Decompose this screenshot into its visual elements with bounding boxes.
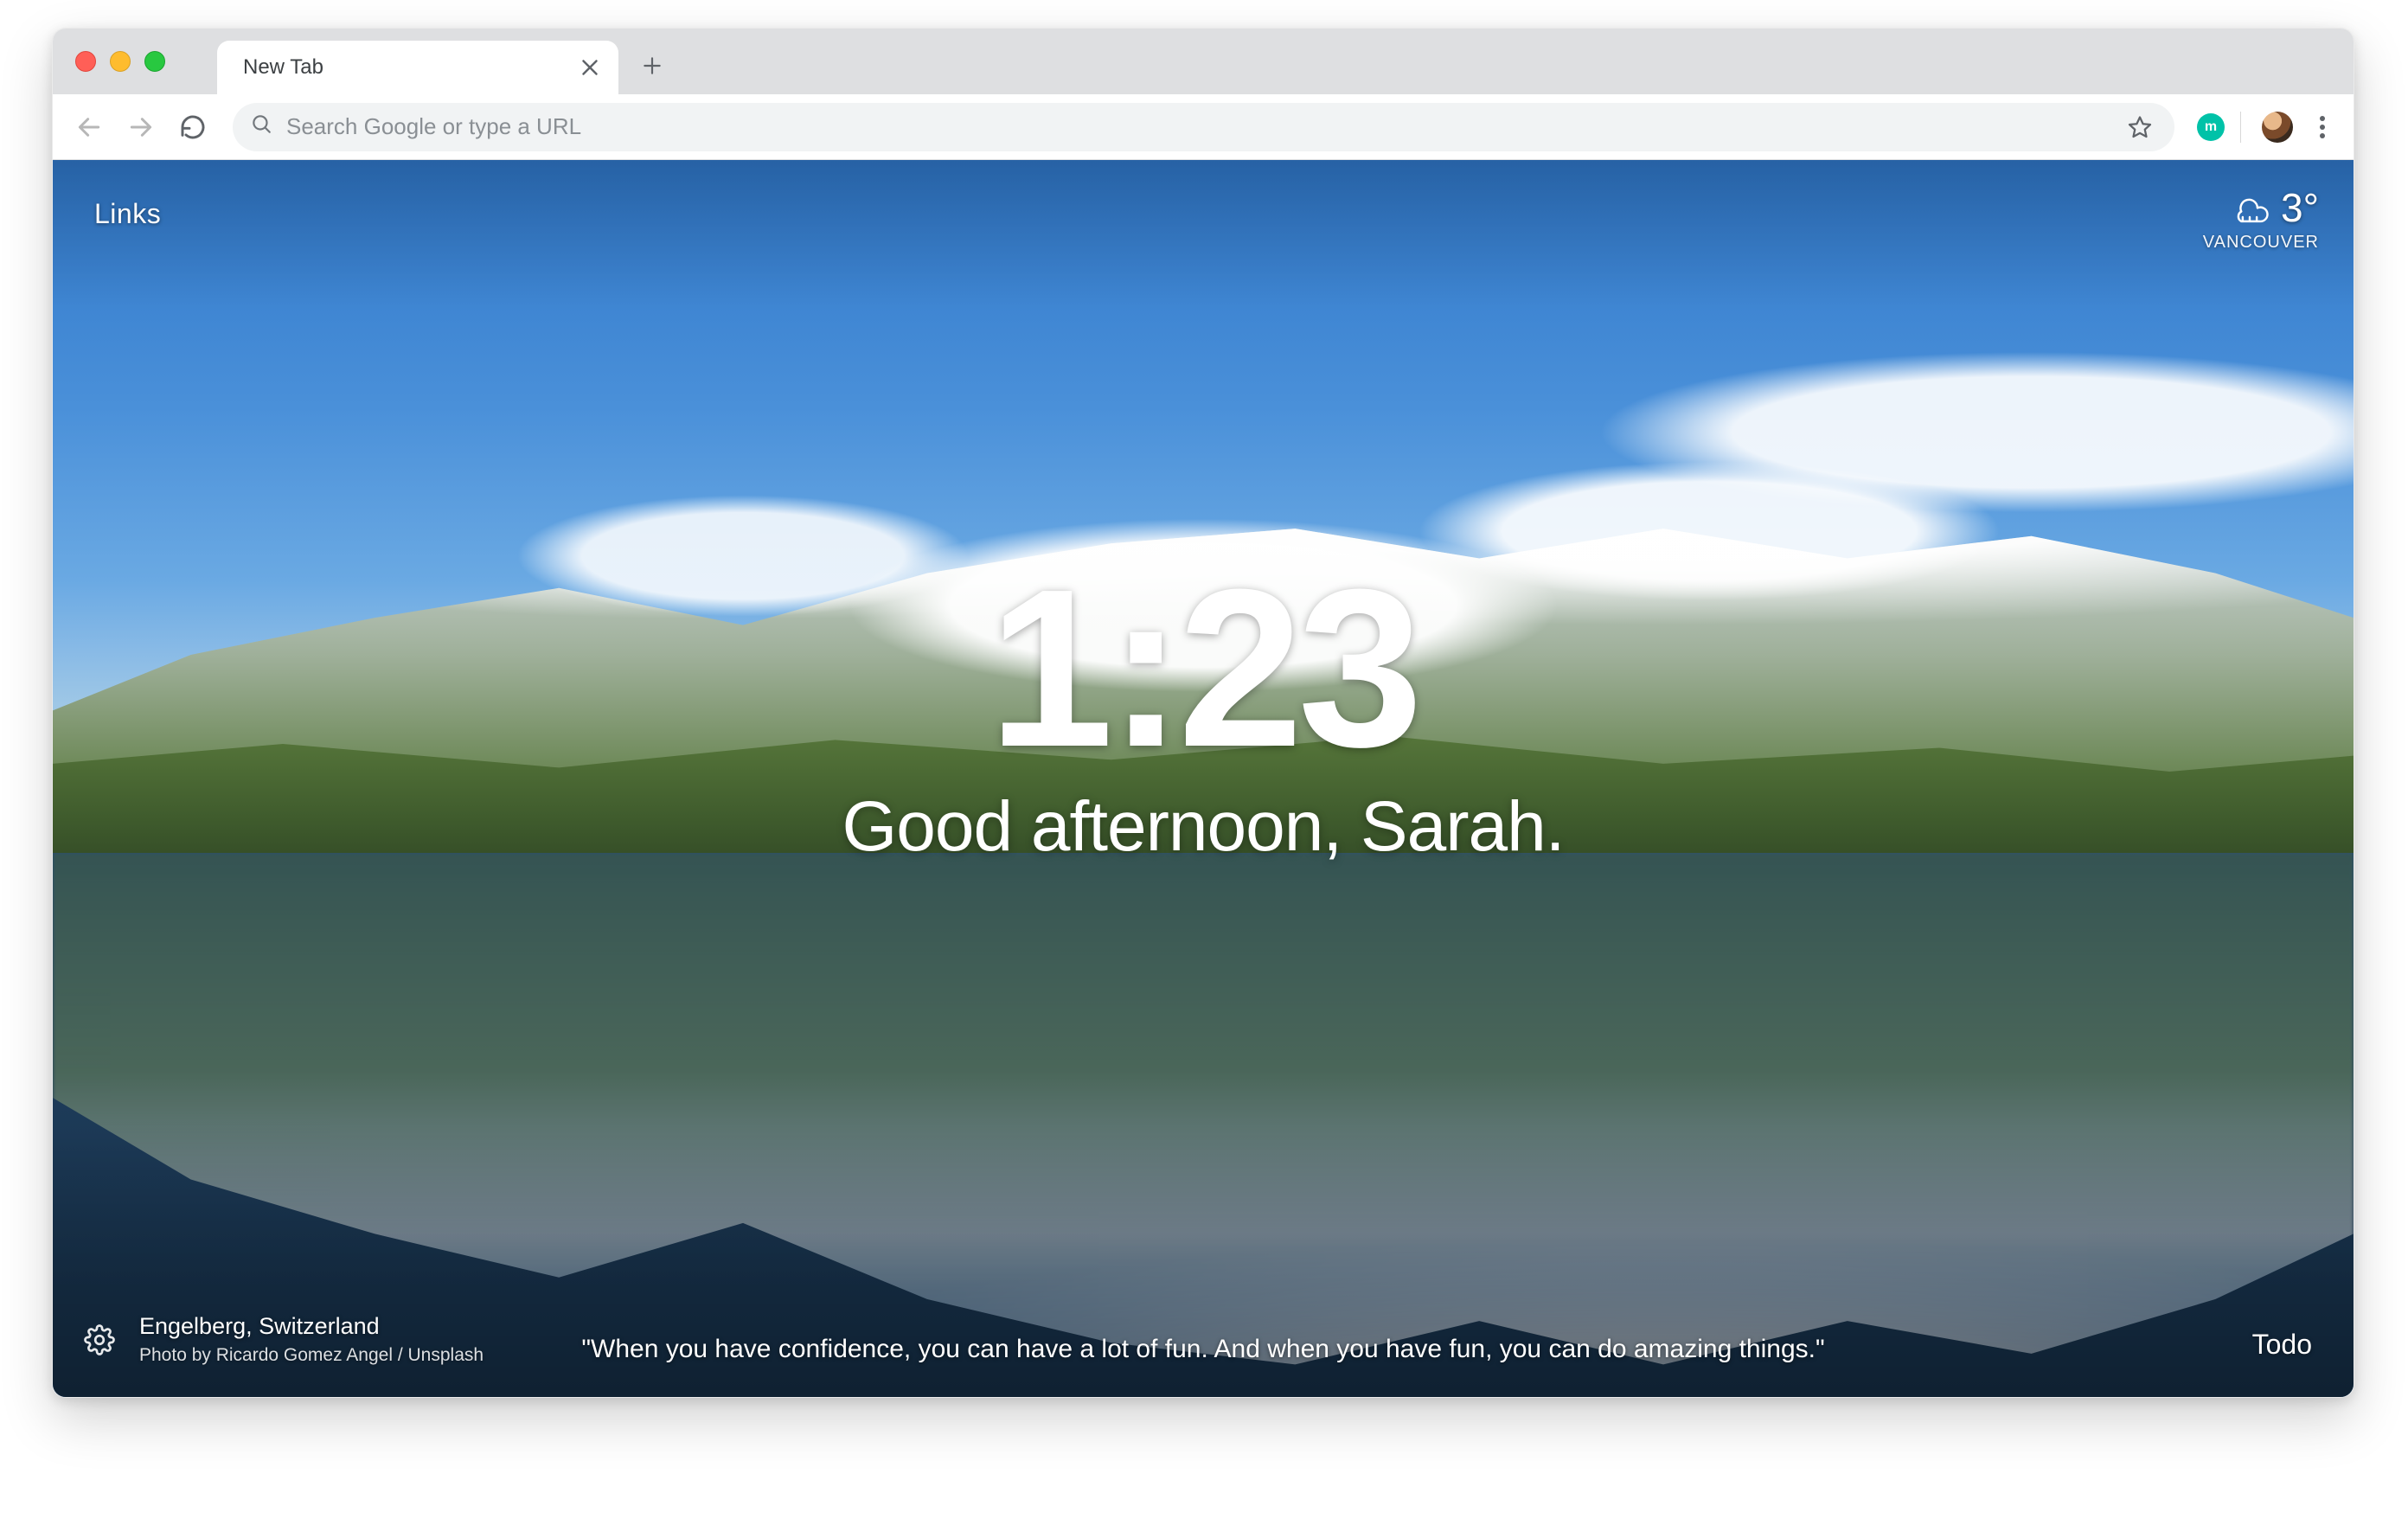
browser-toolbar: m [53,94,2354,160]
back-button[interactable] [67,105,112,150]
window-minimize-button[interactable] [110,51,131,72]
weather-icon [2227,189,2272,227]
weather-temperature: 3° [2281,184,2319,231]
window-controls [75,51,165,72]
search-icon [250,112,272,141]
browser-tab[interactable]: New Tab [217,41,618,94]
reload-button[interactable] [170,105,215,150]
page-viewport: Links 3° VANCOUVER 1:23 [53,160,2354,1397]
address-input[interactable] [286,113,2109,140]
toolbar-separator [2240,112,2241,143]
weather-location: VANCOUVER [2203,233,2319,253]
extension-badge-label: m [2205,119,2217,135]
browser-menu-button[interactable] [2305,110,2340,144]
tab-close-button[interactable] [577,54,603,80]
todo-button[interactable]: Todo [2252,1329,2312,1361]
window-close-button[interactable] [75,51,96,72]
forward-button[interactable] [118,105,163,150]
extension-badge[interactable]: m [2197,113,2225,141]
browser-window: New Tab [52,28,2354,1398]
window-titlebar: New Tab [53,29,2354,94]
tab-title: New Tab [243,55,323,80]
greeting-text: Good afternoon, Sarah. [53,786,2354,868]
new-tab-button[interactable] [634,48,670,84]
clock-time: 1:23 [53,556,2354,781]
daily-quote[interactable]: "When you have confidence, you can have … [53,1331,2354,1368]
bookmark-star-button[interactable] [2123,110,2157,144]
window-maximize-button[interactable] [144,51,165,72]
links-button[interactable]: Links [94,198,161,230]
address-bar[interactable] [233,103,2174,151]
center-block: 1:23 Good afternoon, Sarah. [53,556,2354,868]
profile-avatar[interactable] [2262,112,2293,143]
weather-widget[interactable]: 3° VANCOUVER [2203,184,2319,253]
